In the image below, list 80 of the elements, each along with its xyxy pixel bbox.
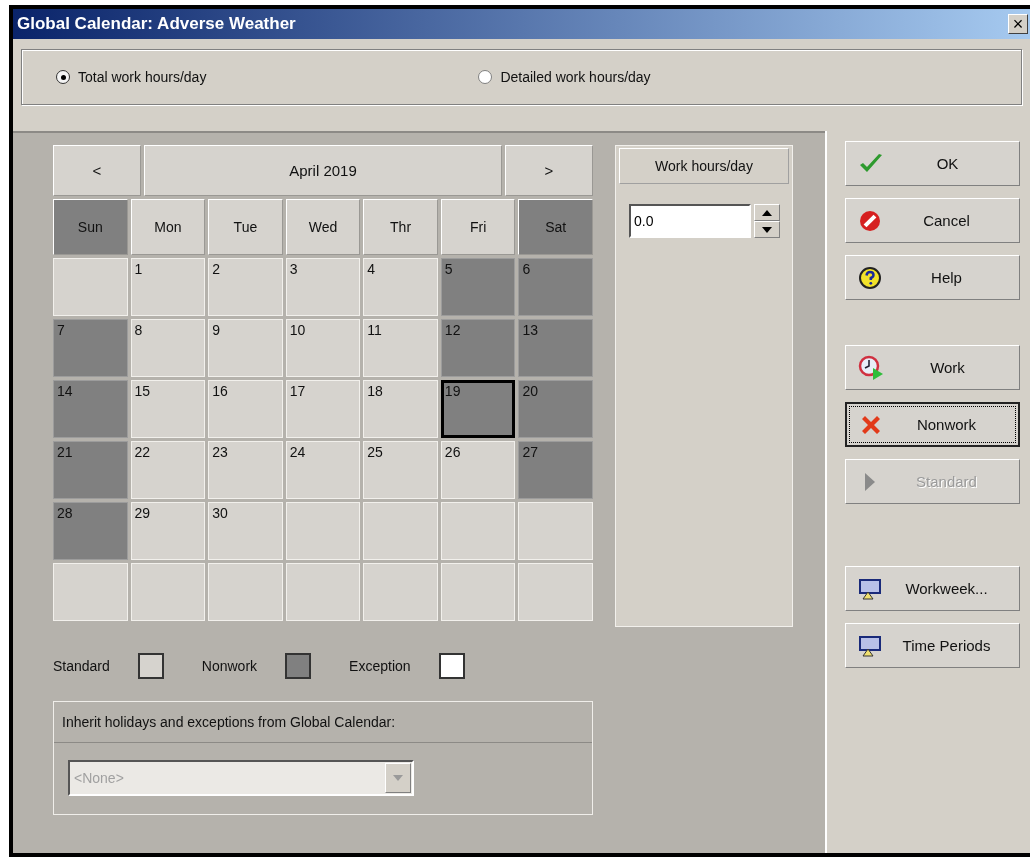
previous-month-button[interactable]: <: [53, 145, 141, 196]
weekday-header: Thr: [363, 199, 438, 255]
next-month-button[interactable]: >: [505, 145, 593, 196]
weekday-header: Sat: [518, 199, 593, 255]
day-cell[interactable]: 6: [518, 258, 593, 316]
work-hours-input[interactable]: 0.0: [629, 204, 751, 238]
action-button[interactable]: Time Periods: [845, 623, 1020, 668]
day-cell[interactable]: 12: [440, 319, 516, 377]
day-cell[interactable]: 25: [363, 441, 438, 499]
monitor-icon: [858, 577, 882, 600]
legend-label: Nonwork: [201, 658, 258, 674]
day-cell[interactable]: 26: [440, 441, 516, 499]
day-cell[interactable]: [285, 502, 361, 560]
day-cell[interactable]: 13: [518, 319, 593, 377]
day-cell[interactable]: 19: [440, 380, 516, 438]
weekday-header: Wed: [285, 199, 361, 255]
legend-label: Exception: [349, 658, 411, 674]
action-button[interactable]: Nonwork: [845, 402, 1020, 447]
weekday-header: Fri: [440, 199, 516, 255]
dropdown-arrow-icon: [393, 775, 403, 781]
work-hours-heading: Work hours/day: [619, 148, 789, 184]
prohibited-icon: [858, 208, 882, 233]
action-button[interactable]: Cancel: [845, 198, 1020, 243]
clock-icon: [858, 354, 884, 381]
day-cell[interactable]: 16: [208, 380, 283, 438]
weekday-header: Mon: [130, 199, 206, 255]
monitor-icon: [858, 634, 882, 657]
day-cell[interactable]: 30: [208, 502, 283, 560]
month-title: April 2019: [144, 145, 502, 196]
day-cell[interactable]: 15: [130, 380, 206, 438]
action-button[interactable]: OK: [845, 141, 1020, 186]
window-title: Global Calendar: Adverse Weather: [17, 14, 296, 34]
day-cell[interactable]: [53, 258, 128, 316]
down-arrow-icon: [762, 226, 772, 233]
day-cell[interactable]: 27: [518, 441, 593, 499]
day-cell[interactable]: [285, 563, 361, 621]
day-cell[interactable]: [208, 563, 283, 621]
legend-label: Standard: [53, 658, 110, 674]
day-cell[interactable]: 7: [53, 319, 128, 377]
day-cell[interactable]: 9: [208, 319, 283, 377]
inherit-label: Inherit holidays and exceptions from Global Calendar:: [54, 702, 592, 743]
radio-button[interactable]: [56, 70, 70, 84]
day-cell[interactable]: 10: [285, 319, 361, 377]
day-cell[interactable]: 22: [130, 441, 206, 499]
weekday-header: Sun: [53, 199, 128, 255]
radio-label[interactable]: Detailed work hours/day: [500, 69, 651, 85]
day-cell[interactable]: 17: [285, 380, 361, 438]
day-cell[interactable]: [518, 502, 593, 560]
day-cell[interactable]: 21: [53, 441, 128, 499]
action-button[interactable]: Workweek...: [845, 566, 1020, 611]
day-cell[interactable]: [130, 563, 206, 621]
day-cell[interactable]: [363, 502, 438, 560]
day-cell[interactable]: 3: [285, 258, 361, 316]
radio-button[interactable]: [478, 70, 493, 84]
action-button[interactable]: Help: [845, 255, 1020, 300]
up-arrow-icon: [762, 209, 772, 216]
day-cell[interactable]: 1: [130, 258, 206, 316]
day-cell[interactable]: 18: [363, 380, 438, 438]
day-cell[interactable]: [363, 563, 438, 621]
day-cell[interactable]: 14: [53, 380, 128, 438]
action-button[interactable]: Work: [845, 345, 1020, 390]
day-cell[interactable]: [440, 563, 516, 621]
day-cell[interactable]: 8: [130, 319, 206, 377]
day-cell[interactable]: 11: [363, 319, 438, 377]
day-cell[interactable]: 28: [53, 502, 128, 560]
weekday-header: Tue: [208, 199, 283, 255]
spinner-control[interactable]: [754, 204, 780, 238]
day-cell[interactable]: 4: [363, 258, 438, 316]
day-cell[interactable]: 5: [440, 258, 516, 316]
day-cell[interactable]: 24: [285, 441, 361, 499]
day-cell[interactable]: 23: [208, 441, 283, 499]
day-cell[interactable]: [518, 563, 593, 621]
day-cell[interactable]: 29: [130, 502, 206, 560]
day-cell[interactable]: [440, 502, 516, 560]
day-cell[interactable]: 20: [518, 380, 593, 438]
close-button[interactable]: ×: [1008, 14, 1028, 34]
day-cell[interactable]: [53, 563, 128, 621]
help-icon: [858, 265, 882, 290]
radio-label[interactable]: Total work hours/day: [78, 69, 207, 85]
day-cell[interactable]: 2: [208, 258, 283, 316]
